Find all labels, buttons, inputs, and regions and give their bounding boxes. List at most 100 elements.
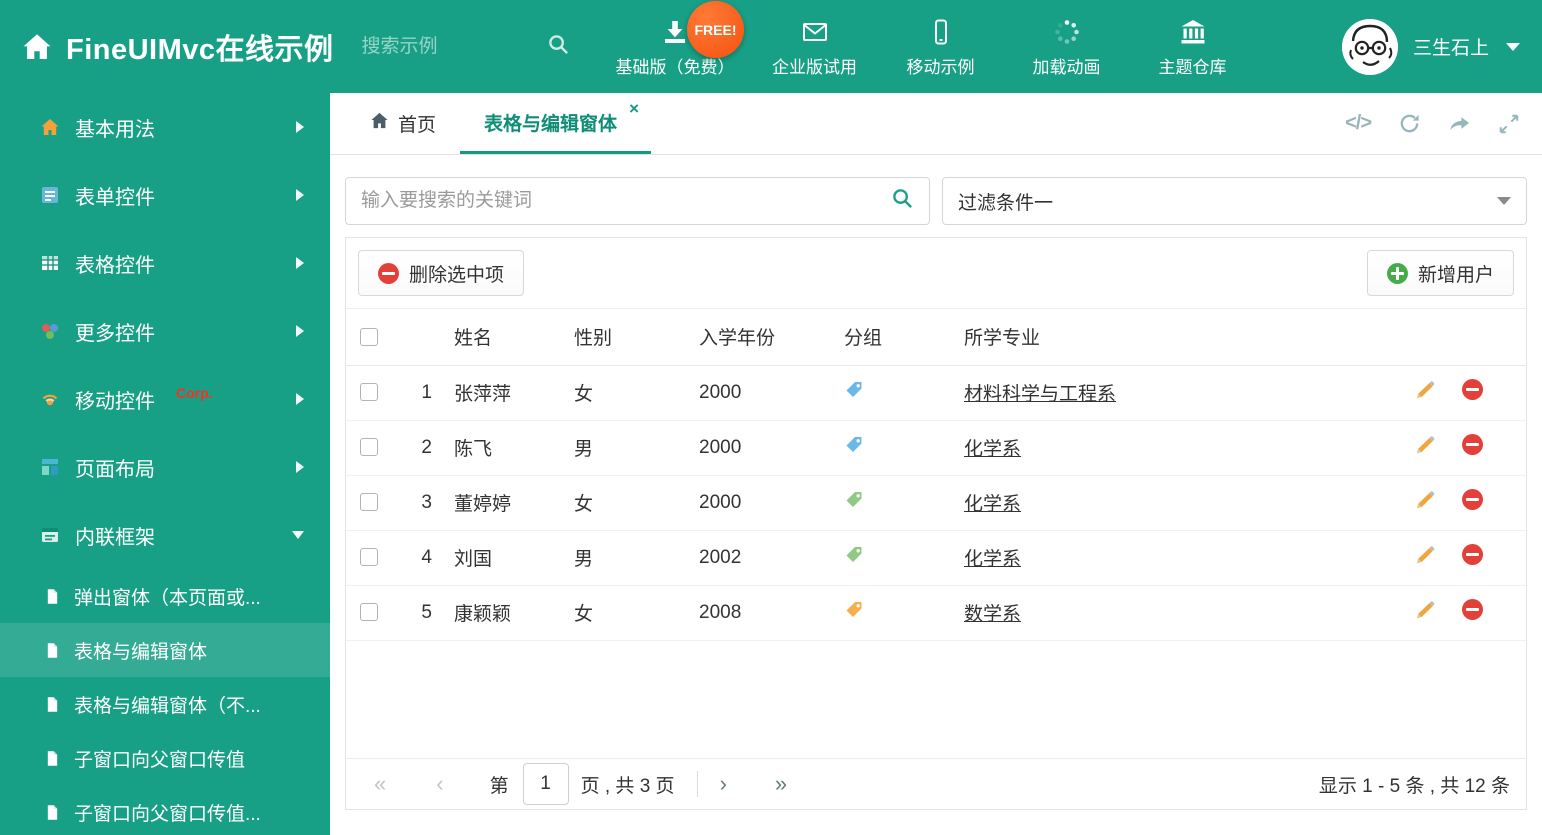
delete-icon[interactable] [1462, 489, 1483, 510]
table-row: 1 张萍萍 女 2000 材料科学与工程系 [346, 365, 1526, 421]
delete-icon[interactable] [1462, 599, 1483, 620]
column-header-group[interactable]: 分组 [844, 309, 964, 366]
delete-icon[interactable] [1462, 544, 1483, 565]
last-page-button[interactable]: » [775, 773, 787, 795]
delete-icon[interactable] [1462, 434, 1483, 455]
tag-icon [844, 490, 864, 510]
mobile-controls-icon [40, 389, 60, 409]
app-title: FineUIMvc在线示例 [66, 33, 334, 66]
edit-icon[interactable] [1414, 489, 1436, 511]
sidebar-item-iframe[interactable]: 内联框架 [0, 501, 330, 569]
sidebar-subitem-label: 子窗口向父窗口传值... [74, 803, 261, 825]
cell-name: 陈飞 [454, 420, 574, 476]
tab-actions: </> [1345, 93, 1542, 154]
code-icon[interactable]: </> [1345, 112, 1372, 135]
column-header-gender[interactable]: 性别 [574, 309, 699, 366]
top-search [361, 33, 570, 61]
keyword-search-input[interactable] [361, 190, 891, 212]
sidebar-item-page-layout[interactable]: 页面布局 [0, 433, 330, 501]
chevron-right-icon [296, 189, 304, 201]
edit-icon[interactable] [1414, 599, 1436, 621]
tab-grid-edit-window[interactable]: 表格与编辑窗体 × [460, 93, 652, 154]
table-row: 4 刘国 男 2002 化学系 [346, 530, 1526, 586]
major-link[interactable]: 化学系 [964, 549, 1021, 570]
sidebar-item-label: 表格控件 [75, 254, 155, 277]
sidebar-item-basic-usage[interactable]: 基本用法 [0, 93, 330, 161]
top-search-input[interactable] [361, 35, 520, 58]
column-header-year[interactable]: 入学年份 [699, 309, 844, 366]
layout-icon [40, 457, 60, 477]
major-link[interactable]: 化学系 [964, 494, 1021, 515]
major-link[interactable]: 数学系 [964, 604, 1021, 625]
share-icon[interactable] [1448, 112, 1471, 135]
sidebar-item-grid-controls[interactable]: 表格控件 [0, 229, 330, 297]
sidebar-subitem-child-to-parent-2[interactable]: 子窗口向父窗口传值... [0, 785, 330, 835]
row-checkbox[interactable] [360, 383, 378, 402]
add-user-button[interactable]: 新增用户 [1366, 250, 1514, 296]
form-icon [40, 185, 60, 205]
edit-icon[interactable] [1414, 544, 1436, 566]
keyword-search-box [345, 177, 930, 225]
select-all-checkbox[interactable] [360, 327, 378, 346]
next-page-button[interactable]: › [720, 773, 727, 795]
previous-page-button[interactable]: ‹ [436, 773, 443, 795]
sidebar-subitem-grid-edit-window[interactable]: 表格与编辑窗体 [0, 623, 330, 677]
home-icon [40, 117, 60, 137]
sidebar-item-mobile-controls[interactable]: 移动控件 Corp. [0, 365, 330, 433]
tab-label: 首页 [398, 115, 437, 136]
row-checkbox[interactable] [360, 603, 378, 622]
delete-icon[interactable] [1462, 379, 1483, 400]
file-icon [44, 804, 61, 821]
first-page-button[interactable]: « [374, 773, 386, 795]
sidebar-subitem-child-to-parent[interactable]: 子窗口向父窗口传值 [0, 731, 330, 785]
brand[interactable]: FineUIMvc在线示例 [22, 26, 334, 68]
sidebar-item-form-controls[interactable]: 表单控件 [0, 161, 330, 229]
grid-panel: 删除选中项 新增用户 姓名 性别 入学年份 分组 所学专业 1 张萍萍 女 20… [345, 237, 1527, 810]
mobile-icon [927, 16, 955, 46]
nav-loading-animation[interactable]: 加载动画 [1021, 16, 1113, 78]
envelope-icon [800, 16, 830, 46]
sidebar-subitem-grid-edit-window-2[interactable]: 表格与编辑窗体（不... [0, 677, 330, 731]
refresh-icon[interactable] [1398, 112, 1421, 135]
column-header-major[interactable]: 所学专业 [964, 309, 1414, 366]
add-user-label: 新增用户 [1417, 264, 1494, 286]
delete-selected-button[interactable]: 删除选中项 [358, 250, 525, 296]
filter-dropdown[interactable]: 过滤条件一 [942, 177, 1527, 225]
page-number-input[interactable] [522, 763, 569, 805]
delete-selected-label: 删除选中项 [409, 264, 505, 286]
sidebar-item-label: 基本用法 [75, 118, 155, 141]
column-header-name[interactable]: 姓名 [454, 309, 574, 366]
tag-icon [844, 600, 864, 620]
user-menu[interactable]: 三生石上 [1341, 18, 1520, 75]
row-checkbox[interactable] [360, 548, 378, 567]
corp-badge: Corp. [176, 385, 213, 401]
main-content: 首页 表格与编辑窗体 × </> 输入要搜索的关键词 过滤条件一 删除选中项 新… [330, 93, 1542, 835]
nav-mobile-demo[interactable]: 移动示例 [895, 16, 987, 78]
expand-icon[interactable] [1498, 113, 1520, 135]
major-link[interactable]: 化学系 [964, 439, 1021, 460]
row-checkbox[interactable] [360, 438, 378, 457]
table-row: 5 康颖颖 女 2008 数学系 [346, 585, 1526, 641]
cell-name: 张萍萍 [454, 365, 574, 421]
filter-dropdown-value: 过滤条件一 [958, 192, 1054, 214]
pagination-bar: « ‹ 第 页 , 共 3 页 › » 显示 1 - 5 条 , 共 12 条 [346, 758, 1526, 809]
search-icon[interactable] [547, 33, 570, 61]
major-link[interactable]: 材料科学与工程系 [964, 384, 1116, 405]
search-icon[interactable] [891, 187, 914, 215]
cell-year: 2002 [699, 530, 844, 586]
edit-icon[interactable] [1414, 379, 1436, 401]
nav-theme-store[interactable]: 主题仓库 [1147, 16, 1239, 78]
close-icon[interactable]: × [629, 100, 639, 117]
tag-icon [844, 545, 864, 565]
cell-year: 2000 [699, 475, 844, 531]
sidebar-item-more-controls[interactable]: 更多控件 [0, 297, 330, 365]
row-index: 5 [396, 585, 454, 641]
pager-divider [696, 771, 698, 797]
nav-enterprise-trial[interactable]: 企业版试用 [769, 16, 861, 78]
sidebar-subitem-popup-window[interactable]: 弹出窗体（本页面或... [0, 569, 330, 623]
row-checkbox[interactable] [360, 493, 378, 512]
free-badge: FREE! [687, 1, 744, 58]
tab-home[interactable]: 首页 [346, 93, 460, 154]
edit-icon[interactable] [1414, 434, 1436, 456]
cell-name: 康颖颖 [454, 585, 574, 641]
